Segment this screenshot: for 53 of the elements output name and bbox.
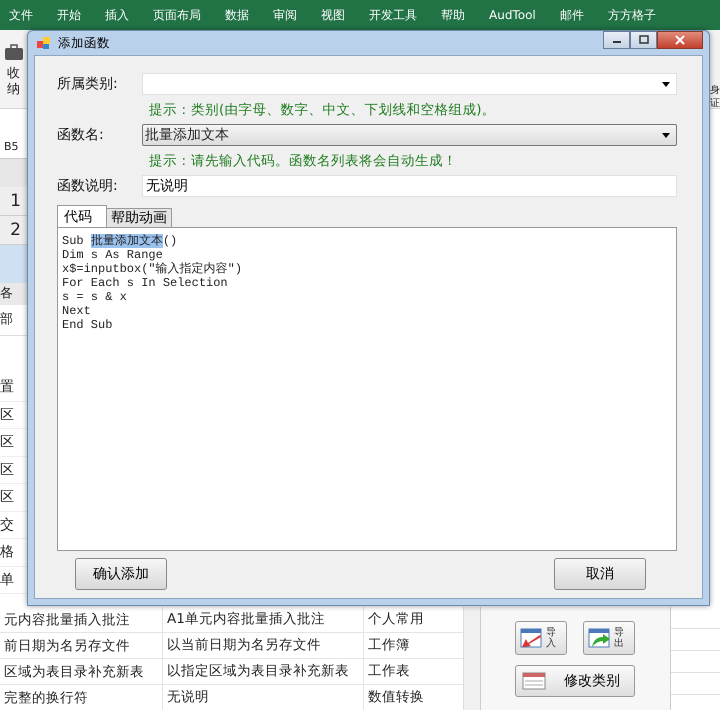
- ribbon-tab[interactable]: 开始: [57, 6, 81, 24]
- code-text: Next: [62, 304, 91, 318]
- code-text: End Sub: [62, 318, 112, 332]
- table-cell: A1单元内容批量插入批注: [162, 607, 363, 632]
- ribbon-tab[interactable]: 帮助: [441, 6, 465, 24]
- table-cell-text: 元内容批量插入批注: [3, 610, 131, 628]
- export-button[interactable]: 导出: [583, 621, 635, 655]
- hint-text: 提示：请先输入代码。函数名列表将会自动生成！: [149, 152, 457, 170]
- ribbon-tab[interactable]: AudTool: [489, 8, 536, 22]
- list-header: 各: [0, 283, 27, 305]
- ribbon-tab[interactable]: 文件: [9, 6, 33, 24]
- ribbon-tab[interactable]: 方方格子: [608, 6, 656, 24]
- ribbon-label: 收: [7, 66, 20, 82]
- ribbon-tab[interactable]: 邮件: [560, 6, 584, 24]
- table-cell: 无说明: [162, 685, 363, 710]
- confirm-button[interactable]: 确认添加: [75, 558, 167, 590]
- field-label: 函数说明:: [57, 177, 119, 195]
- code-text: Sub: [62, 234, 85, 248]
- edit-category-button[interactable]: 修改类别: [515, 665, 635, 697]
- code-text: (): [162, 234, 178, 248]
- function-name-dropdown[interactable]: 批量添加文本: [142, 124, 677, 146]
- table-cell: 以指定区域为表目录补充新表: [162, 659, 363, 684]
- code-text: x$=inputbox("输入指定内容"): [62, 262, 242, 276]
- import-button[interactable]: 导入: [515, 621, 567, 655]
- ribbon-label: 身: [710, 84, 720, 97]
- code-text: 批量添加文本: [90, 234, 163, 248]
- code-text: s = s & x: [62, 290, 127, 304]
- tab[interactable]: 代码: [57, 205, 107, 227]
- cancel-button[interactable]: 取消: [554, 558, 646, 590]
- ribbon-tab[interactable]: 审阅: [273, 6, 297, 24]
- ribbon-tab[interactable]: 视图: [321, 6, 345, 24]
- field-label: 所属类别:: [57, 75, 119, 93]
- row-header: 2: [0, 216, 27, 245]
- window-title: 添加函数: [58, 34, 110, 52]
- hint-text: 提示：类别(由字母、数字、中文、下划线和空格组成)。: [149, 100, 496, 118]
- field-label: 函数名:: [57, 126, 105, 144]
- ribbon-label: 证: [710, 97, 720, 110]
- description-field[interactable]: 无说明: [142, 175, 677, 197]
- table-cell-text: 区域为表目录补充新表: [3, 662, 145, 680]
- ribbon-label: 纳: [7, 82, 20, 98]
- ribbon-tab[interactable]: 数据: [225, 6, 249, 24]
- code-text: For Each s In Selection: [62, 276, 228, 290]
- row-header: 1: [0, 187, 27, 216]
- table-cell-text: 前日期为名另存文件: [3, 636, 131, 654]
- tab[interactable]: 帮助动画: [106, 208, 172, 227]
- list-item[interactable]: 部: [0, 305, 27, 335]
- table-cell: 以当前日期为名另存文件: [162, 633, 363, 658]
- code-editor[interactable]: Sub 批量添加文本() Dim s As Range x$=inputbox("输入指定内容") For Each s In Selection s = s & x Next End Sub: [57, 227, 677, 551]
- ribbon-tab[interactable]: 插入: [105, 6, 129, 24]
- code-text: Dim s As Range: [62, 248, 163, 262]
- table-cell-text: 完整的换行符: [3, 688, 89, 706]
- ribbon-tab[interactable]: 开发工具: [369, 6, 417, 24]
- ribbon-tab[interactable]: 页面布局: [153, 6, 201, 24]
